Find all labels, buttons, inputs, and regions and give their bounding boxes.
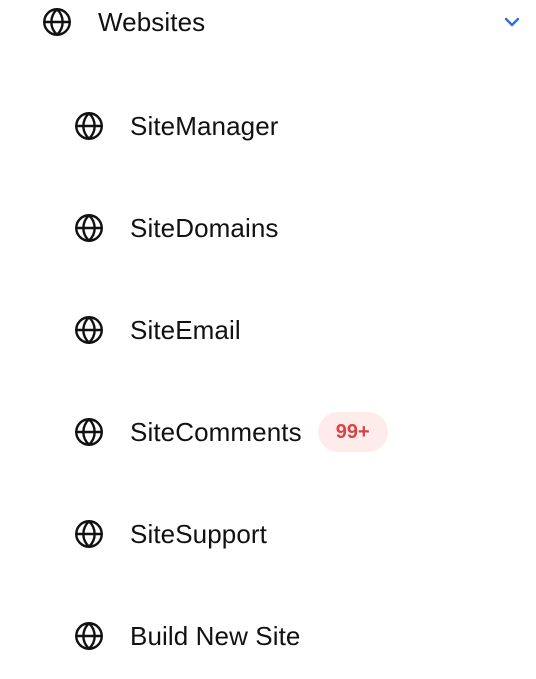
sidebar-nav: Websites SiteManager SiteDomains SiteEma… [0, 0, 536, 679]
sidebar-item-label: Build New Site [130, 621, 301, 651]
globe-icon [72, 313, 106, 347]
globe-icon [40, 5, 74, 39]
chevron-down-icon[interactable] [500, 10, 524, 34]
sidebar-group-label: Websites [98, 7, 206, 37]
sidebar-item-label: SiteComments [130, 417, 302, 447]
sidebar-item-label: SiteDomains [130, 213, 279, 243]
globe-icon [72, 619, 106, 653]
count-badge: 99+ [317, 412, 388, 452]
sidebar-group-websites[interactable]: Websites [40, 0, 524, 44]
sidebar-item-sitecomments[interactable]: SiteComments 99+ [72, 410, 492, 454]
sidebar-item-sitesupport[interactable]: SiteSupport [72, 512, 492, 556]
globe-icon [72, 517, 106, 551]
sidebar-item-sitemanager[interactable]: SiteManager [72, 104, 492, 148]
sidebar-item-label: SiteEmail [130, 315, 241, 345]
sidebar-item-sitedomains[interactable]: SiteDomains [72, 206, 492, 250]
sidebar-item-label: SiteSupport [130, 519, 267, 549]
sidebar-item-label: SiteManager [130, 111, 279, 141]
sidebar-item-siteemail[interactable]: SiteEmail [72, 308, 492, 352]
globe-icon [72, 211, 106, 245]
globe-icon [72, 415, 106, 449]
globe-icon [72, 109, 106, 143]
sidebar-item-build-new-site[interactable]: Build New Site [72, 614, 492, 658]
